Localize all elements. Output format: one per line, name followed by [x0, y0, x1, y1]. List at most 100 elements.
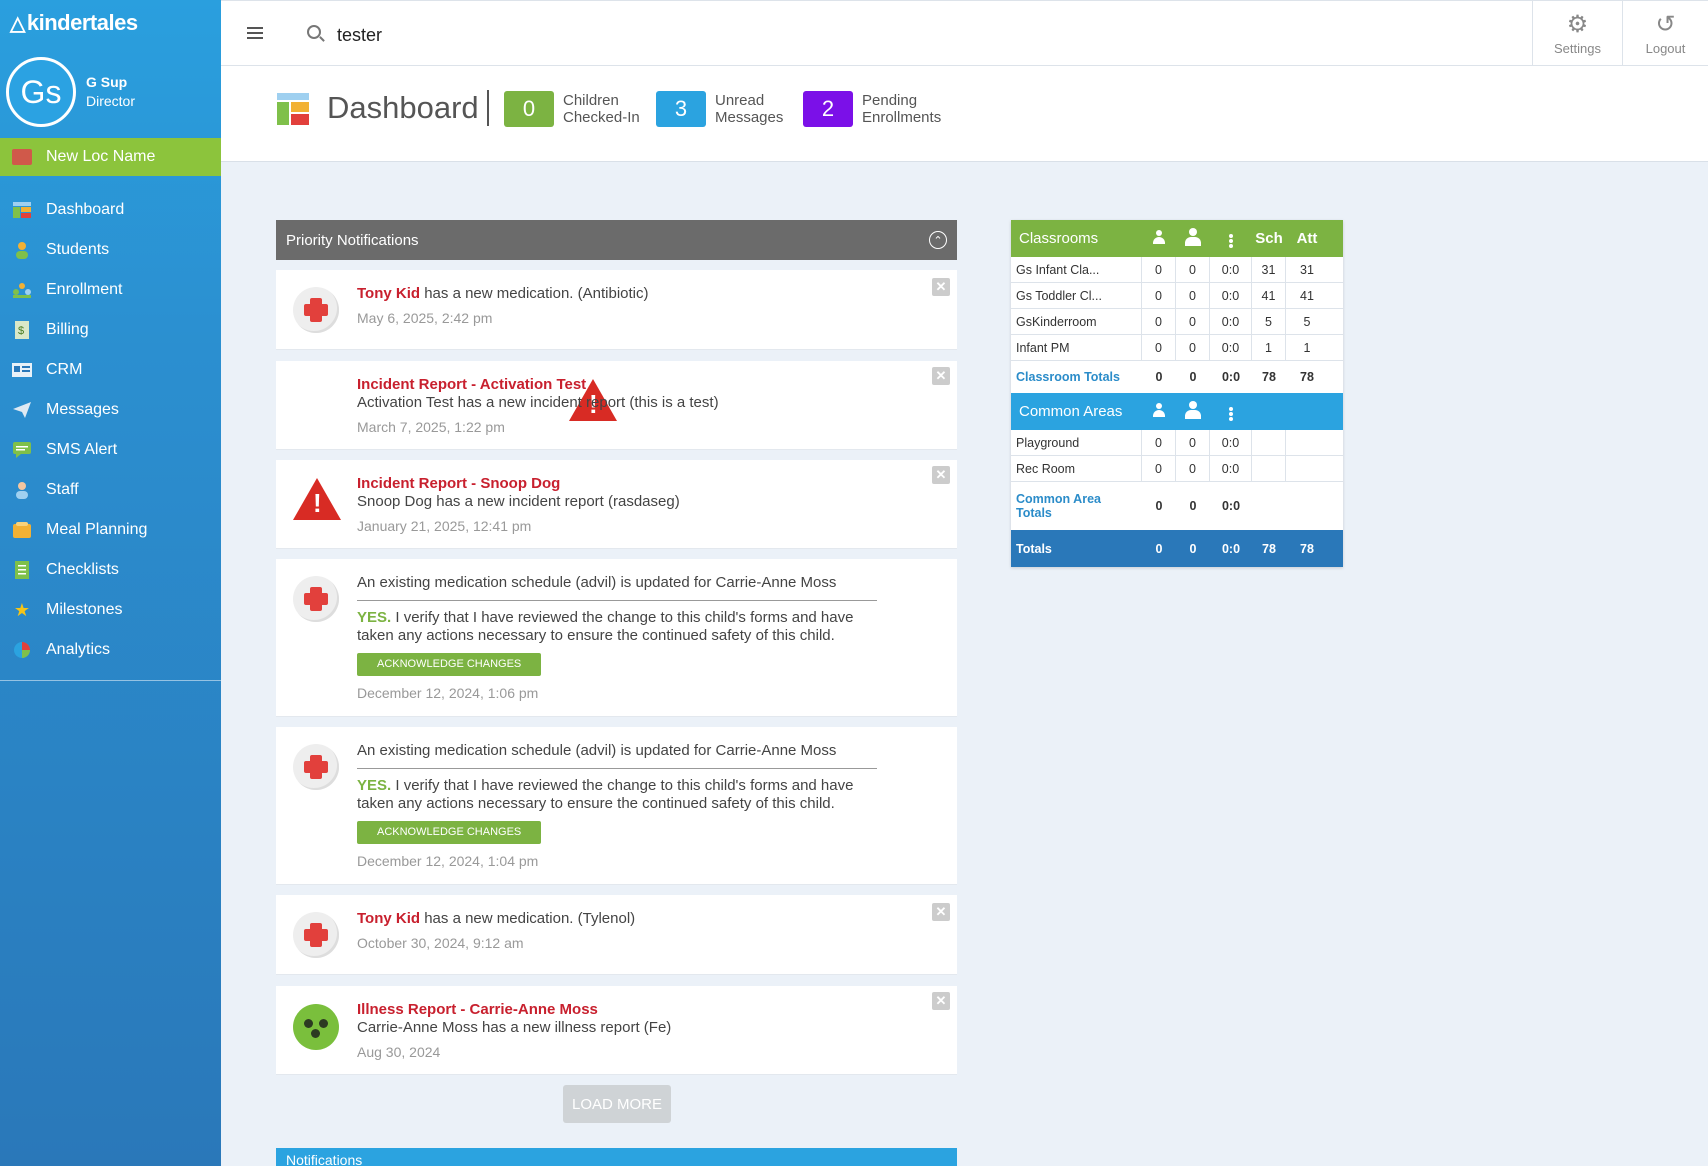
child-name-link[interactable]: Tony Kid — [357, 910, 420, 927]
nav-item-crm[interactable]: CRM — [0, 350, 221, 390]
collapse-icon[interactable]: ⌃ — [929, 231, 947, 249]
nav-item-meal-planning[interactable]: Meal Planning — [0, 510, 221, 550]
notification-date: March 7, 2025, 1:22 pm — [357, 419, 505, 435]
table-row[interactable]: Rec Room 0 0 0:0 — [1011, 456, 1343, 482]
illness-icon — [293, 1004, 339, 1050]
cell: 0 — [1176, 430, 1210, 455]
cell — [1286, 456, 1328, 481]
nav-label: Analytics — [46, 641, 111, 658]
area-name[interactable]: Rec Room — [1011, 456, 1142, 481]
acknowledge-changes-button[interactable]: ACKNOWLEDGE CHANGES — [357, 821, 542, 844]
classroom-name[interactable]: Infant PM — [1011, 335, 1142, 360]
close-icon[interactable]: ✕ — [932, 367, 950, 385]
yes-label: YES. — [357, 609, 392, 626]
notification-date: January 21, 2025, 12:41 pm — [357, 518, 532, 534]
gear-icon: ⚙ — [1566, 10, 1589, 38]
classroom-name[interactable]: Gs Infant Cla... — [1011, 257, 1142, 282]
common-area-totals-row: Common Area Totals 0 0 0:0 — [1011, 482, 1343, 530]
settings-label: Settings — [1554, 40, 1601, 56]
cell: 5 — [1303, 314, 1311, 329]
notification-item: ! Incident Report - Snoop Dog Snoop Dog … — [276, 460, 957, 549]
cell: 0 — [1155, 370, 1163, 384]
counter-unread-messages[interactable]: 3 Unread Messages — [656, 91, 783, 127]
notification-text: Snoop Dog has a new incident report (ras… — [357, 493, 680, 510]
acknowledge-changes-button[interactable]: ACKNOWLEDGE CHANGES — [357, 653, 542, 676]
notification-item: An existing medication schedule (advil) … — [276, 727, 957, 885]
totals-label-line: Totals — [1016, 506, 1052, 520]
page-title: Dashboard — [327, 90, 479, 125]
incident-title-link[interactable]: Incident Report - Activation Test — [357, 376, 719, 394]
main-nav: Dashboard Students Enrollment $ Billing … — [0, 190, 221, 681]
cell: 0 — [1176, 335, 1210, 360]
cell: 0 — [1142, 335, 1176, 360]
classroom-name[interactable]: GsKinderroom — [1011, 309, 1142, 334]
logout-button[interactable]: ↺ Logout — [1622, 1, 1708, 67]
area-name[interactable]: Playground — [1011, 430, 1142, 455]
counter-children-checked-in[interactable]: 0 Children Checked-In — [504, 91, 640, 127]
top-bar: ⚙ Settings ↺ Logout — [221, 0, 1708, 67]
table-row[interactable]: GsKinderroom 0 0 0:0 5 5 — [1011, 309, 1343, 335]
nav-item-analytics[interactable]: Analytics — [0, 630, 221, 670]
cell: 0:0 — [1221, 499, 1241, 513]
close-icon[interactable]: ✕ — [932, 992, 950, 1010]
cell: 31 — [1252, 257, 1286, 282]
cell: 0 — [1142, 456, 1176, 481]
close-icon[interactable]: ✕ — [932, 903, 950, 921]
close-icon[interactable]: ✕ — [932, 466, 950, 484]
nav-label: Milestones — [46, 601, 123, 618]
table-row[interactable]: Gs Toddler Cl... 0 0 0:0 41 41 — [1011, 283, 1343, 309]
notification-item: ! Incident Report - Activation Test Acti… — [276, 361, 957, 450]
cell: 5 — [1252, 309, 1286, 334]
student-icon — [12, 241, 32, 259]
incident-title-link[interactable]: Incident Report - Snoop Dog — [357, 475, 680, 493]
nav-item-messages[interactable]: Messages — [0, 390, 221, 430]
child-icon — [1142, 229, 1176, 248]
table-row[interactable]: Playground 0 0 0:0 — [1011, 430, 1343, 456]
verify-text: I verify that I have reviewed the change… — [357, 777, 854, 812]
child-name-link[interactable]: Tony Kid — [357, 285, 420, 302]
nav-item-sms-alert[interactable]: SMS Alert — [0, 430, 221, 470]
counter-pending-enrollments[interactable]: 2 Pending Enrollments — [803, 91, 941, 127]
table-row[interactable]: Gs Infant Cla... 0 0 0:0 31 31 — [1011, 257, 1343, 283]
counter-value: 2 — [803, 91, 853, 127]
pie-chart-icon — [12, 641, 32, 659]
ratio-icon — [1210, 230, 1252, 247]
table-row[interactable]: Infant PM 0 0 0:0 1 1 — [1011, 335, 1343, 361]
nav-item-students[interactable]: Students — [0, 230, 221, 270]
nav-item-enrollment[interactable]: Enrollment — [0, 270, 221, 310]
enrollment-icon — [12, 281, 32, 299]
counter-value: 3 — [656, 91, 706, 127]
counter-label: Messages — [715, 109, 784, 126]
nav-label: Messages — [46, 401, 119, 418]
settings-button[interactable]: ⚙ Settings — [1532, 1, 1622, 67]
notification-item: Illness Report - Carrie-Anne Moss Carrie… — [276, 986, 957, 1075]
cell: 0:0 — [1210, 283, 1252, 308]
notification-text: An existing medication schedule (advil) … — [357, 574, 837, 591]
counter-label: Pending — [862, 92, 918, 109]
brand-logo[interactable]: △ kindertales — [0, 0, 221, 46]
cell: 78 — [1262, 370, 1276, 384]
nav-item-dashboard[interactable]: Dashboard — [0, 190, 221, 230]
header-divider — [487, 90, 489, 126]
hamburger-menu-icon[interactable] — [247, 27, 263, 39]
cell: 0 — [1155, 499, 1163, 513]
close-icon[interactable]: ✕ — [932, 278, 950, 296]
kindertales-logo-icon: △ — [10, 12, 25, 35]
nav-item-milestones[interactable]: ★ Milestones — [0, 590, 221, 630]
nav-item-checklists[interactable]: Checklists — [0, 550, 221, 590]
cell — [1286, 430, 1328, 455]
nav-item-billing[interactable]: $ Billing — [0, 310, 221, 350]
cell: 0 — [1176, 456, 1210, 481]
logout-icon: ↺ — [1655, 10, 1676, 38]
search-input[interactable] — [337, 21, 737, 49]
nav-label: Enrollment — [46, 281, 123, 298]
nav-item-staff[interactable]: Staff — [0, 470, 221, 510]
illness-title-link[interactable]: Illness Report - Carrie-Anne Moss — [357, 1001, 671, 1019]
cell: 0:0 — [1210, 456, 1252, 481]
user-profile[interactable]: Gs G Sup Director — [0, 46, 221, 138]
location-selector[interactable]: New Loc Name — [0, 138, 221, 176]
avatar[interactable]: Gs — [6, 57, 76, 127]
load-more-button[interactable]: LOAD MORE — [563, 1085, 671, 1123]
warning-icon: ! — [293, 478, 341, 520]
classroom-name[interactable]: Gs Toddler Cl... — [1011, 283, 1142, 308]
